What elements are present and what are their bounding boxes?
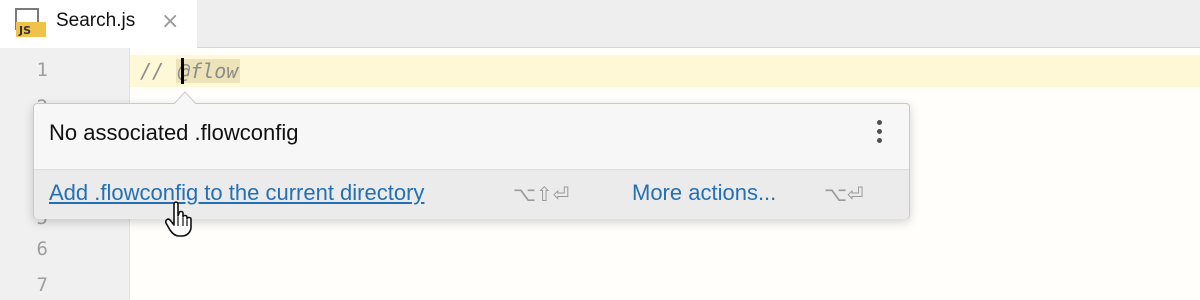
tab-search-js[interactable]: JS Search.js × — [0, 0, 197, 48]
text-caret — [181, 58, 184, 84]
comment-prefix: // — [140, 59, 177, 83]
javascript-file-icon: JS — [15, 8, 46, 37]
popup-pointer — [173, 91, 197, 105]
editor-tab-bar: JS Search.js × — [0, 0, 1200, 48]
line-number: 6 — [36, 238, 48, 260]
flow-annotation[interactable]: @flow — [176, 59, 241, 83]
more-actions-link[interactable]: More actions... — [632, 180, 776, 206]
close-tab-icon[interactable]: × — [161, 9, 179, 34]
add-flowconfig-link[interactable]: Add .flowconfig to the current directory — [49, 180, 424, 206]
code-line-1[interactable]: // @flow — [140, 58, 241, 84]
hand-pointer-icon — [165, 201, 192, 237]
line-number: 1 — [36, 59, 48, 81]
add-flowconfig-shortcut: ⌥⇧⏎ — [513, 182, 570, 206]
line-number: 7 — [36, 274, 48, 296]
popup-title: No associated .flowconfig — [49, 120, 299, 145]
more-actions-shortcut: ⌥⏎ — [824, 182, 864, 206]
tab-filename: Search.js — [56, 10, 136, 31]
more-vertical-icon[interactable] — [874, 120, 884, 148]
file-icon-label: JS — [18, 24, 31, 37]
